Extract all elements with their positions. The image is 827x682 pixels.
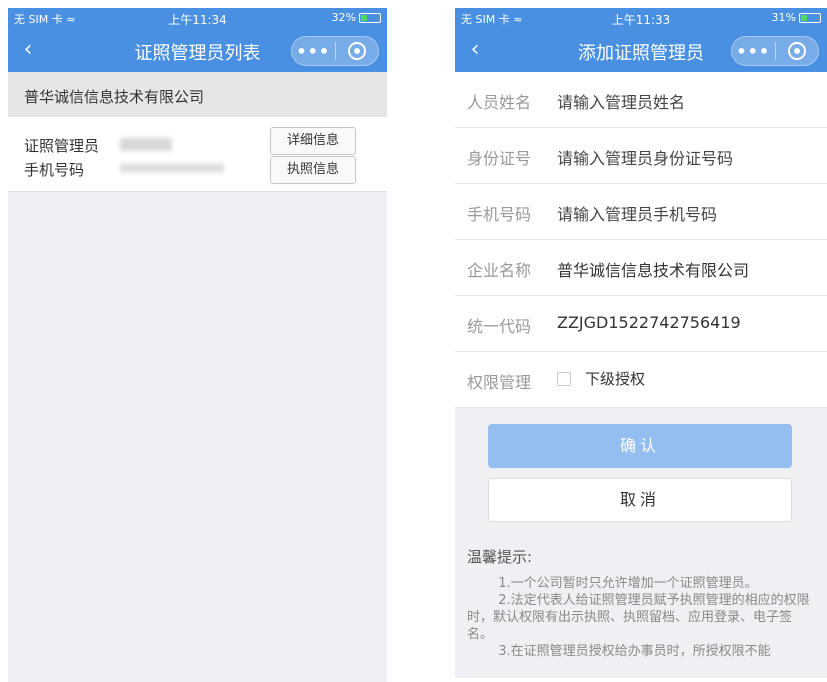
nav-bar: ‹ 证照管理员列表 ••• (8, 30, 387, 72)
id-label: 身份证号 (467, 149, 532, 168)
name-input[interactable]: 请输入管理员姓名 (557, 89, 685, 113)
phone-label: 手机号码 (24, 161, 85, 179)
confirm-button[interactable]: 确认 (488, 424, 792, 468)
license-info-button[interactable]: 执照信息 (270, 156, 356, 184)
phone-number-redacted (120, 163, 224, 173)
phone-input[interactable]: 请输入管理员手机号码 (557, 201, 717, 225)
id-number-input[interactable]: 请输入管理员身份证号码 (557, 145, 733, 169)
permission-row: 权限管理 下级授权 (455, 352, 827, 408)
manager-label: 证照管理员 (24, 137, 100, 155)
code-row: 统一代码 ZZJGD1522742756419 (455, 296, 827, 352)
id-row: 身份证号 请输入管理员身份证号码 (455, 128, 827, 184)
code-value: ZZJGD1522742756419 (557, 313, 741, 332)
actions-area: 确认 取消 温馨提示: 1.一个公司暂时只允许增加一个证照管理员。 2.法定代表… (455, 408, 827, 678)
sub-authorization-label[interactable]: 下级授权 (585, 368, 645, 389)
battery-percent: 32% (331, 11, 356, 24)
name-row: 人员姓名 请输入管理员姓名 (455, 72, 827, 128)
battery-icon (359, 12, 381, 23)
manager-card: 证照管理员 手机号码 详细信息 执照信息 (8, 117, 387, 192)
clock: 上午11:34 (168, 13, 227, 27)
sub-authorization-checkbox[interactable] (557, 372, 571, 386)
battery-status: 31% (772, 11, 821, 24)
close-miniprogram-icon[interactable] (775, 42, 818, 60)
battery-percent: 31% (771, 11, 796, 24)
nav-bar: ‹ 添加证照管理员 ••• (455, 30, 827, 72)
tips-section: 温馨提示: 1.一个公司暂时只允许增加一个证照管理员。 2.法定代表人给证照管理… (467, 546, 815, 660)
tips-title: 温馨提示: (467, 548, 533, 566)
close-miniprogram-icon[interactable] (335, 42, 378, 60)
status-bar: 无 SIM 卡 ≈ 上午11:33 31% (455, 8, 827, 30)
company-value: 普华诚信信息技术有限公司 (557, 261, 750, 280)
battery-icon (799, 12, 821, 23)
phone-row: 手机号码 请输入管理员手机号码 (455, 184, 827, 240)
company-row: 企业名称 普华诚信信息技术有限公司 (455, 240, 827, 296)
permission-label: 权限管理 (467, 373, 532, 392)
code-label: 统一代码 (467, 317, 532, 336)
detail-info-button[interactable]: 详细信息 (270, 127, 356, 155)
left-screen: 无 SIM 卡 ≈ 上午11:34 32% ‹ 证照管理员列表 ••• 普华诚信… (8, 8, 387, 682)
capsule-menu: ••• (731, 36, 819, 66)
more-icon[interactable]: ••• (292, 42, 335, 61)
tip-item: 1.一个公司暂时只允许增加一个证照管理员。 (498, 576, 758, 591)
tip-item: 3.在证照管理员授权给办事员时，所授权限不能 (498, 644, 771, 659)
status-bar: 无 SIM 卡 ≈ 上午11:34 32% (8, 8, 387, 30)
battery-status: 32% (332, 11, 381, 24)
capsule-menu: ••• (291, 36, 379, 66)
phone-label: 手机号码 (467, 205, 532, 224)
right-screen: 无 SIM 卡 ≈ 上午11:33 31% ‹ 添加证照管理员 ••• 人员姓名… (455, 8, 827, 682)
manager-name-redacted (120, 138, 172, 151)
tip-item: 2.法定代表人给证照管理员赋予执照管理的相应的权限时，默认权限有出示执照、执照留… (467, 593, 810, 642)
cancel-button[interactable]: 取消 (488, 478, 792, 522)
header: 无 SIM 卡 ≈ 上午11:34 32% ‹ 证照管理员列表 ••• (8, 8, 387, 72)
company-label: 企业名称 (467, 261, 532, 280)
company-name: 普华诚信信息技术有限公司 (8, 72, 387, 117)
name-label: 人员姓名 (467, 93, 532, 112)
header: 无 SIM 卡 ≈ 上午11:33 31% ‹ 添加证照管理员 ••• (455, 8, 827, 72)
more-icon[interactable]: ••• (732, 42, 775, 61)
